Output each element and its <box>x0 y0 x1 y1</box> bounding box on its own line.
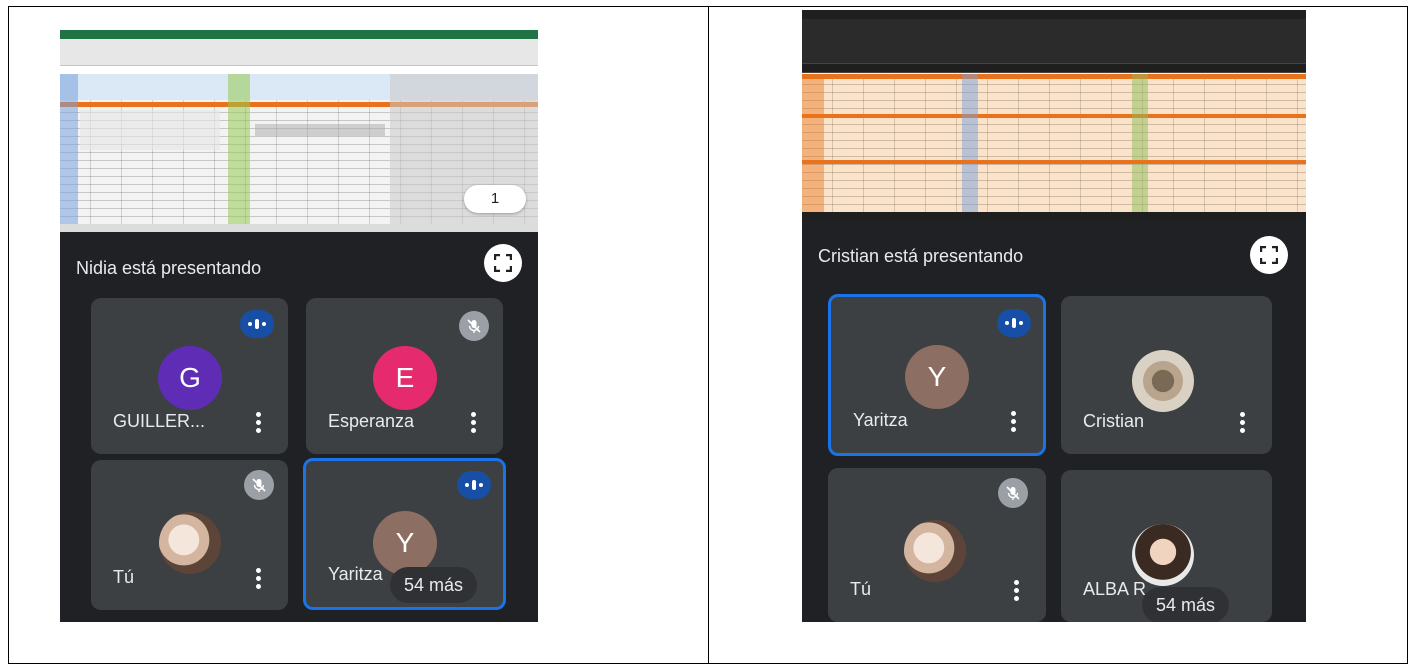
presenting-label: Nidia está presentando <box>76 258 262 278</box>
mic-off-icon <box>244 470 274 500</box>
participant-name: Yaritza <box>328 564 383 584</box>
participant-tile-tu[interactable]: Tú <box>828 468 1046 622</box>
participant-tile-tu[interactable]: Tú <box>91 460 288 610</box>
fullscreen-icon <box>494 254 512 272</box>
more-options-icon[interactable] <box>1014 580 1020 602</box>
more-options-icon[interactable] <box>1011 411 1017 433</box>
excel-ribbon <box>60 39 538 66</box>
excel-ribbon <box>802 19 1306 64</box>
speaking-indicator-icon <box>997 309 1031 337</box>
mic-off-icon <box>459 311 489 341</box>
participant-tile-guillermo[interactable]: G GUILLER... <box>91 298 288 454</box>
participant-name: Yaritza <box>853 410 908 430</box>
participant-tile-yaritza[interactable]: Y Yaritza <box>828 294 1046 456</box>
meet-screen-left: 1 Nidia está presentando G GUILLER... E … <box>60 30 538 622</box>
more-participants-button[interactable]: 54 más <box>1142 587 1230 622</box>
more-options-icon[interactable] <box>256 568 262 590</box>
excel-sheet-tabs <box>802 212 1306 220</box>
participant-name: GUILLER... <box>113 411 206 431</box>
excel-sheet-tabs <box>60 224 538 232</box>
speaking-indicator-icon <box>457 471 491 499</box>
profile-photo <box>1132 524 1194 586</box>
participant-tile-cristian[interactable]: Cristian <box>1061 296 1272 454</box>
presenting-label: Cristian está presentando <box>818 246 1024 266</box>
profile-photo <box>1132 350 1194 412</box>
profile-photo <box>904 520 966 582</box>
profile-photo <box>159 512 221 574</box>
avatar: Y <box>905 345 969 409</box>
more-options-icon[interactable] <box>471 412 477 434</box>
fullscreen-button[interactable] <box>1250 236 1288 274</box>
page-count-bubble[interactable]: 1 <box>464 185 526 213</box>
more-participants-button[interactable]: 54 más <box>390 567 478 603</box>
participant-name: Cristian <box>1083 411 1145 431</box>
table-column-divider <box>708 6 709 664</box>
shared-spreadsheet-right <box>802 10 1306 220</box>
more-options-icon[interactable] <box>256 412 262 434</box>
excel-grid <box>802 74 1306 212</box>
fullscreen-button[interactable] <box>484 244 522 282</box>
avatar: G <box>158 346 222 410</box>
participant-tile-esperanza[interactable]: E Esperanza <box>306 298 503 454</box>
excel-title-bar <box>802 10 1306 19</box>
excel-formula-bar <box>802 64 1306 73</box>
mic-off-icon <box>998 478 1028 508</box>
fullscreen-icon <box>1260 246 1278 264</box>
more-options-icon[interactable] <box>1240 412 1246 434</box>
participant-name: Tú <box>113 567 135 587</box>
excel-title-bar <box>60 30 538 39</box>
participant-name: Tú <box>850 579 872 599</box>
participant-name: Esperanza <box>328 411 415 431</box>
avatar: E <box>373 346 437 410</box>
participant-name: ALBA R <box>1083 579 1147 599</box>
meet-screen-right: Cristian está presentando Y Yaritza Cris… <box>802 10 1306 622</box>
speaking-indicator-icon <box>240 310 274 338</box>
